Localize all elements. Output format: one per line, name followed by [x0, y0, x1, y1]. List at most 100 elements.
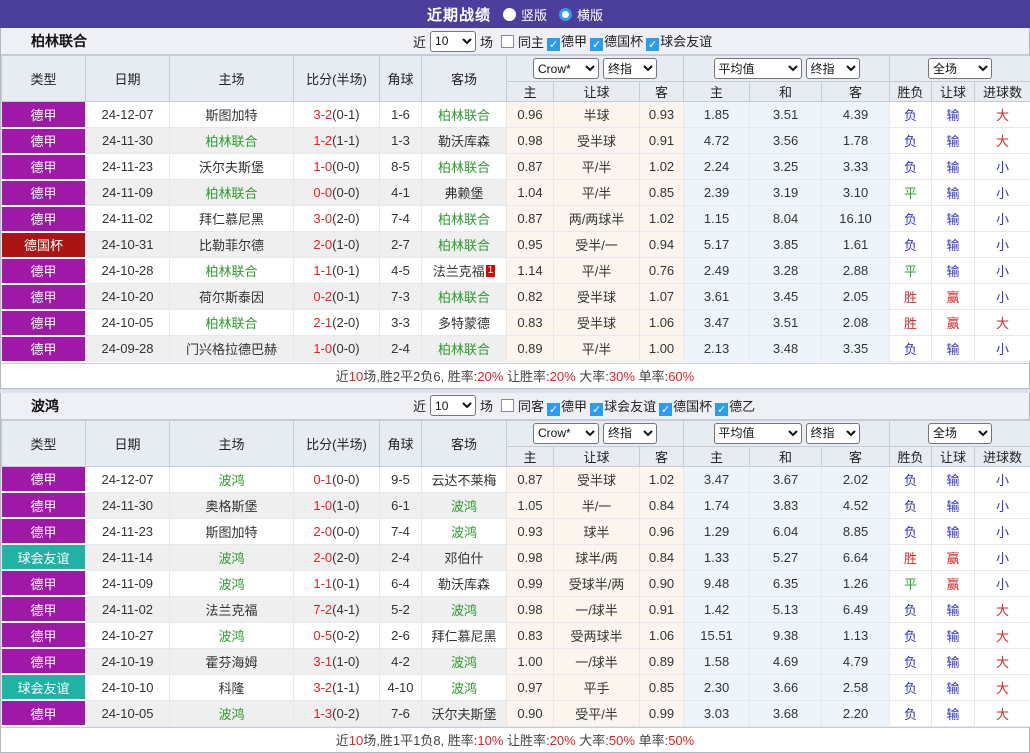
result-cell: 平: [890, 258, 932, 284]
home-team-name: 柏林联合: [205, 186, 257, 201]
filters: 近 10 场 同主 ✓德甲✓德国杯✓球会友谊: [413, 31, 712, 52]
handicap-cell: 平/半: [554, 336, 640, 362]
score-cell: 1-1(0-1): [294, 258, 380, 284]
avg-draw-cell: 3.25: [750, 154, 822, 180]
home-team-name: 波鸿: [218, 473, 244, 488]
handicap-result-cell: 赢: [932, 284, 975, 310]
handicap-result-cell: 赢: [932, 544, 975, 570]
away-team-name: 波鸿: [451, 655, 477, 670]
avg-away-cell: 4.39: [822, 102, 890, 128]
odds-time-select[interactable]: 终指: [603, 58, 657, 79]
handicap-result-cell: 输: [932, 596, 975, 622]
table-row: 德甲 24-11-30 奥格斯堡 1-0(1-0) 6-1 波鸿 1.05 半/…: [2, 492, 1030, 518]
avg-draw-cell: 3.83: [750, 492, 822, 518]
avg-time-select[interactable]: 终指: [806, 58, 860, 79]
away-odds-cell: 0.76: [640, 258, 684, 284]
checkbox-checked-icon[interactable]: ✓: [590, 403, 603, 416]
radio-unchecked-icon[interactable]: [503, 8, 516, 21]
league-filter[interactable]: ✓德甲: [547, 34, 587, 49]
recent-count-select[interactable]: 10: [430, 31, 476, 52]
same-venue-label: 同客: [518, 396, 544, 415]
avg-time-select[interactable]: 终指: [806, 423, 860, 444]
home-team-name: 门兴格拉德巴赫: [186, 342, 277, 357]
checkbox-checked-icon[interactable]: ✓: [547, 38, 560, 51]
league-filter[interactable]: ✓德乙: [715, 399, 755, 414]
checkbox-unchecked-icon[interactable]: [501, 399, 514, 412]
avg-away-cell: 8.85: [822, 518, 890, 544]
result-cell: 负: [890, 102, 932, 128]
checkbox-checked-icon[interactable]: ✓: [715, 403, 728, 416]
corner-cell: 6-1: [380, 492, 422, 518]
table-row: 德甲 24-11-23 斯图加特 2-0(0-0) 7-4 波鸿 0.93 球半…: [2, 518, 1030, 544]
col-home: 主场: [170, 56, 294, 102]
checkbox-checked-icon[interactable]: ✓: [547, 403, 560, 416]
result-cell: 负: [890, 700, 932, 726]
away-team-name: 沃尔夫斯堡: [431, 707, 496, 722]
odds-source-select[interactable]: Crow*: [533, 58, 599, 79]
full-time-score: 3-0: [313, 211, 332, 226]
scope-select[interactable]: 全场: [928, 423, 992, 444]
checkbox-unchecked-icon[interactable]: [501, 35, 514, 48]
avg-source-select[interactable]: 平均值: [714, 58, 802, 79]
average-group: 平均值终指: [684, 420, 890, 446]
scope-select[interactable]: 全场: [928, 58, 992, 79]
col-date: 日期: [86, 56, 170, 102]
odds-time-select[interactable]: 终指: [603, 423, 657, 444]
checkbox-checked-icon[interactable]: ✓: [659, 403, 672, 416]
away-odds-cell: 0.85: [640, 674, 684, 700]
away-odds-cell: 1.06: [640, 310, 684, 336]
league-filter[interactable]: ✓德国杯: [659, 399, 712, 414]
corner-cell: 4-1: [380, 180, 422, 206]
date-cell: 24-11-02: [86, 596, 170, 622]
handicap-result-cell: 输: [932, 492, 975, 518]
checkbox-checked-icon[interactable]: ✓: [590, 38, 603, 51]
avg-away-cell: 2.08: [822, 310, 890, 336]
score-cell: 0-1(0-0): [294, 466, 380, 492]
radio-checked-icon[interactable]: [559, 8, 572, 21]
league-filter[interactable]: ✓球会友谊: [646, 34, 712, 49]
home-odds-cell: 0.83: [507, 310, 554, 336]
odds-source-select[interactable]: Crow*: [533, 423, 599, 444]
avg-home-cell: 15.51: [684, 622, 750, 648]
col-odds-away: 客: [640, 82, 684, 102]
layout-radio-vertical[interactable]: 竖版: [503, 5, 547, 24]
scope-group: 全场: [890, 56, 1030, 82]
league-filters: ✓德甲✓德国杯✓球会友谊: [544, 31, 712, 51]
away-team-name: 勒沃库森: [438, 134, 490, 149]
league-filter-label: 德乙: [729, 399, 755, 414]
recent-count-select[interactable]: 10: [430, 395, 476, 416]
handicap-result-cell: 输: [932, 700, 975, 726]
red-card-badge: 1: [486, 265, 496, 277]
corner-cell: 2-4: [380, 544, 422, 570]
competition-type-cell: 德国杯: [2, 232, 86, 258]
games-unit-label: 场: [480, 32, 493, 51]
handicap-result-cell: 赢: [932, 570, 975, 596]
score-cell: 0-2(0-1): [294, 284, 380, 310]
date-cell: 24-11-09: [86, 180, 170, 206]
table-row: 德甲 24-12-07 波鸿 0-1(0-0) 9-5 云达不莱梅 0.87 受…: [2, 466, 1030, 492]
goals-cell: 小: [975, 466, 1030, 492]
away-team-name: 多特蒙德: [438, 316, 490, 331]
table-row: 德甲 24-10-27 波鸿 0-5(0-2) 2-6 拜仁慕尼黑 0.83 受…: [2, 622, 1030, 648]
score-cell: 0-5(0-2): [294, 622, 380, 648]
home-team-name: 荷尔斯泰因: [199, 290, 264, 305]
away-team-cell: 波鸿: [422, 492, 507, 518]
checkbox-checked-icon[interactable]: ✓: [646, 38, 659, 51]
league-filter[interactable]: ✓德甲: [547, 399, 587, 414]
avg-source-select[interactable]: 平均值: [714, 423, 802, 444]
away-team-name: 弗赖堡: [444, 186, 483, 201]
goals-cell: 小: [975, 258, 1030, 284]
league-filter[interactable]: ✓德国杯: [590, 34, 643, 49]
handicap-result-cell: 输: [932, 648, 975, 674]
team-header: 柏林联合 近 10 场 同主 ✓德甲✓德国杯✓球会友谊: [1, 28, 1029, 55]
avg-home-cell: 1.58: [684, 648, 750, 674]
competition-type-cell: 德甲: [2, 336, 86, 362]
score-cell: 7-2(4-1): [294, 596, 380, 622]
league-filter-label: 球会友谊: [604, 399, 656, 414]
home-team-cell: 波鸿: [170, 700, 294, 726]
away-team-cell: 拜仁慕尼黑: [422, 622, 507, 648]
layout-radio-horizontal[interactable]: 横版: [559, 5, 603, 24]
league-filter[interactable]: ✓球会友谊: [590, 399, 656, 414]
date-cell: 24-12-07: [86, 102, 170, 128]
result-cell: 平: [890, 180, 932, 206]
